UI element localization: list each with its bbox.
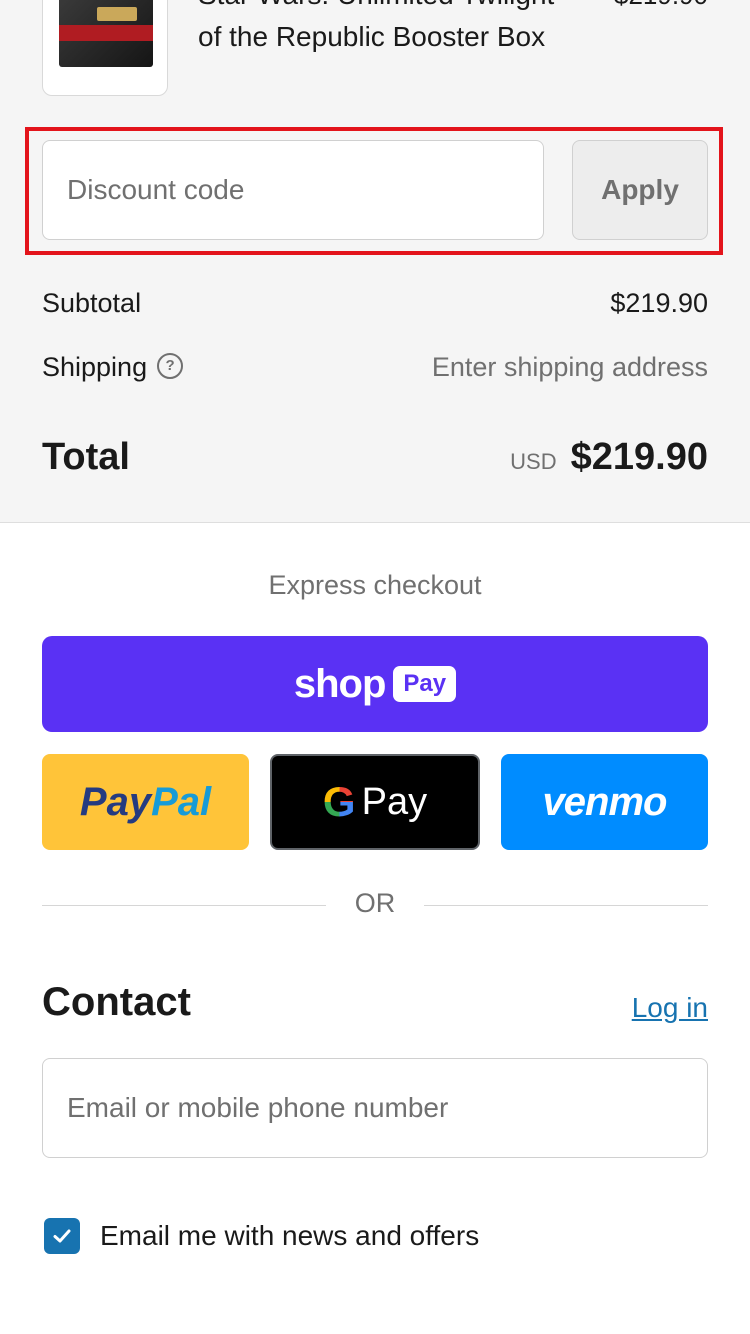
total-label: Total bbox=[42, 436, 130, 478]
total-currency: USD bbox=[510, 449, 557, 474]
order-summary: Star Wars: Unlimited Twilight of the Rep… bbox=[0, 0, 750, 523]
log-in-link[interactable]: Log in bbox=[632, 992, 708, 1024]
box-stripe bbox=[59, 25, 153, 41]
or-divider-label: OR bbox=[354, 888, 396, 918]
product-thumbnail bbox=[42, 0, 168, 96]
checkmark-icon bbox=[53, 1229, 71, 1243]
paypal-logo-part2: Pal bbox=[151, 779, 212, 824]
shipping-row: Shipping? bbox=[42, 352, 184, 383]
shipping-value: Enter shipping address bbox=[431, 352, 708, 382]
google-g-icon: G bbox=[322, 778, 356, 825]
shop-pay-button[interactable]: shop Pay bbox=[42, 636, 708, 732]
apply-discount-button[interactable]: Apply bbox=[572, 140, 708, 240]
subtotal-value: $219.90 bbox=[610, 288, 708, 318]
product-price: $219.90 bbox=[614, 0, 708, 16]
total-value: USD $219.90 bbox=[510, 436, 708, 479]
newsletter-label: Email me with news and offers bbox=[100, 1220, 480, 1251]
google-pay-button[interactable]: G Pay bbox=[270, 754, 480, 850]
or-divider-right bbox=[424, 905, 708, 906]
email-or-phone-input[interactable] bbox=[42, 1058, 708, 1158]
google-pay-text: Pay bbox=[361, 780, 428, 823]
booster-box-image bbox=[59, 0, 153, 67]
product-name: Star Wars: Unlimited Twilight of the Rep… bbox=[198, 0, 554, 52]
venmo-button[interactable]: venmo bbox=[501, 754, 708, 850]
newsletter-checkbox[interactable] bbox=[44, 1218, 80, 1254]
subtotal-label: Subtotal bbox=[42, 288, 142, 318]
contact-title: Contact bbox=[42, 980, 191, 1024]
paypal-logo-part1: Pay bbox=[79, 779, 152, 824]
total-amount: $219.90 bbox=[570, 436, 708, 478]
express-checkout-title: Express checkout bbox=[268, 570, 482, 600]
discount-code-input[interactable] bbox=[42, 140, 544, 240]
shipping-label: Shipping bbox=[42, 352, 148, 382]
venmo-logo-text: venmo bbox=[542, 779, 668, 824]
shop-pay-badge: Pay bbox=[393, 666, 457, 702]
box-logo bbox=[97, 7, 137, 21]
help-icon[interactable]: ? bbox=[157, 352, 184, 379]
shop-pay-logo-text: shop bbox=[293, 661, 387, 706]
paypal-button[interactable]: Pay Pal bbox=[42, 754, 249, 850]
